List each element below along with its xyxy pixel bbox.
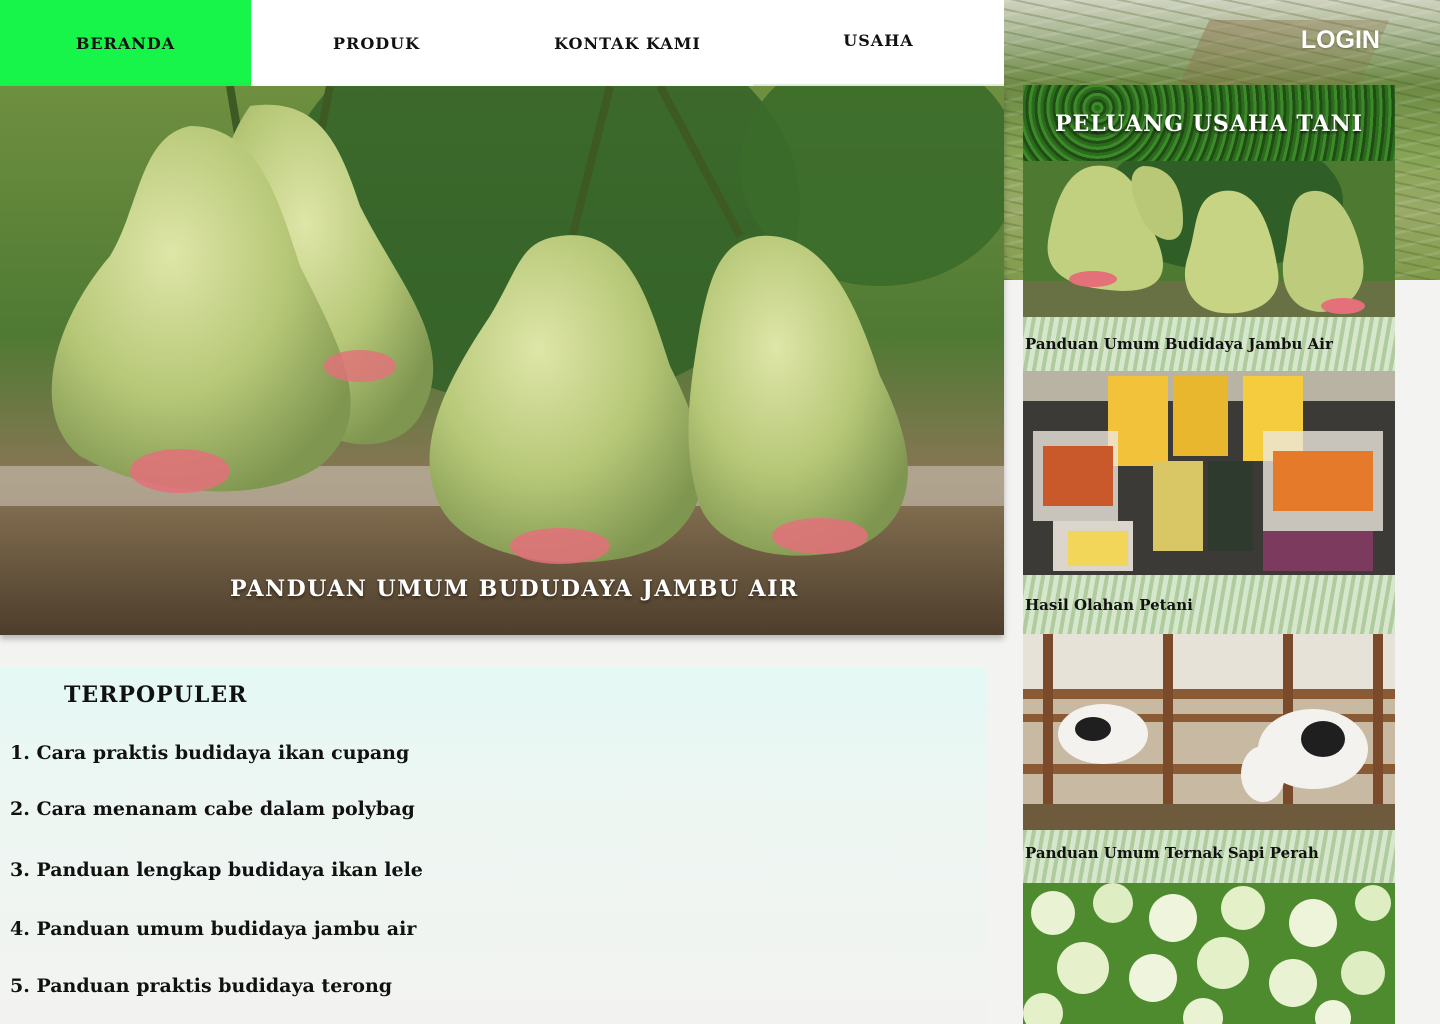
jambu-air-image xyxy=(1023,161,1395,317)
dairy-cows-image xyxy=(1023,634,1395,830)
nav-kontak-kami[interactable]: KONTAK KAMI xyxy=(502,0,753,86)
popular-title: TERPOPULER xyxy=(64,682,248,708)
card-label-text: Panduan Umum Budidaya Jambu Air xyxy=(1025,335,1333,353)
popular-item[interactable]: 1. Cara praktis budidaya ikan cupang xyxy=(10,742,409,764)
snack-products-thumbnail[interactable] xyxy=(1023,371,1395,575)
popular-item[interactable]: 5. Panduan praktis budidaya terong xyxy=(10,975,392,997)
flower-bush-thumbnail[interactable] xyxy=(1023,883,1395,1024)
nav-produk[interactable]: PRODUK xyxy=(251,0,502,86)
sidebar-peluang-usaha: PELUANG USAHA TANI Panduan Umum Budidaya… xyxy=(1023,85,1395,1024)
nav-usaha[interactable]: USAHA xyxy=(753,0,1004,86)
card-label-jambu-air[interactable]: Panduan Umum Budidaya Jambu Air xyxy=(1023,317,1395,371)
sidebar-title-bar: PELUANG USAHA TANI xyxy=(1023,85,1395,161)
popular-item[interactable]: 3. Panduan lengkap budidaya ikan lele xyxy=(10,859,423,881)
card-label-text: Hasil Olahan Petani xyxy=(1025,596,1193,614)
top-nav: BERANDA PRODUK KONTAK KAMI USAHA xyxy=(0,0,1004,86)
card-label-text: Panduan Umum Ternak Sapi Perah xyxy=(1025,844,1319,862)
popular-item[interactable]: 4. Panduan umum budidaya jambu air xyxy=(10,918,416,940)
popular-section: TERPOPULER 1. Cara praktis budidaya ikan… xyxy=(0,668,988,1024)
card-label-sapi-perah[interactable]: Panduan Umum Ternak Sapi Perah xyxy=(1023,830,1395,883)
hero-caption[interactable]: PANDUAN UMUM BUDUDAYA JAMBU AIR xyxy=(230,576,799,602)
snack-products-image xyxy=(1023,371,1395,575)
sidebar-title: PELUANG USAHA TANI xyxy=(1054,111,1363,137)
jambu-air-hero-image xyxy=(0,86,1004,635)
jambu-air-thumbnail[interactable] xyxy=(1023,161,1395,317)
flower-bush-image xyxy=(1023,883,1395,1024)
popular-item[interactable]: 2. Cara menanam cabe dalam polybag xyxy=(10,798,415,820)
card-label-hasil-olahan[interactable]: Hasil Olahan Petani xyxy=(1023,575,1395,634)
dairy-cows-thumbnail[interactable] xyxy=(1023,634,1395,830)
hero-banner[interactable]: PANDUAN UMUM BUDUDAYA JAMBU AIR xyxy=(0,86,1004,635)
nav-beranda[interactable]: BERANDA xyxy=(0,0,251,86)
login-button[interactable]: LOGIN xyxy=(1301,26,1380,55)
